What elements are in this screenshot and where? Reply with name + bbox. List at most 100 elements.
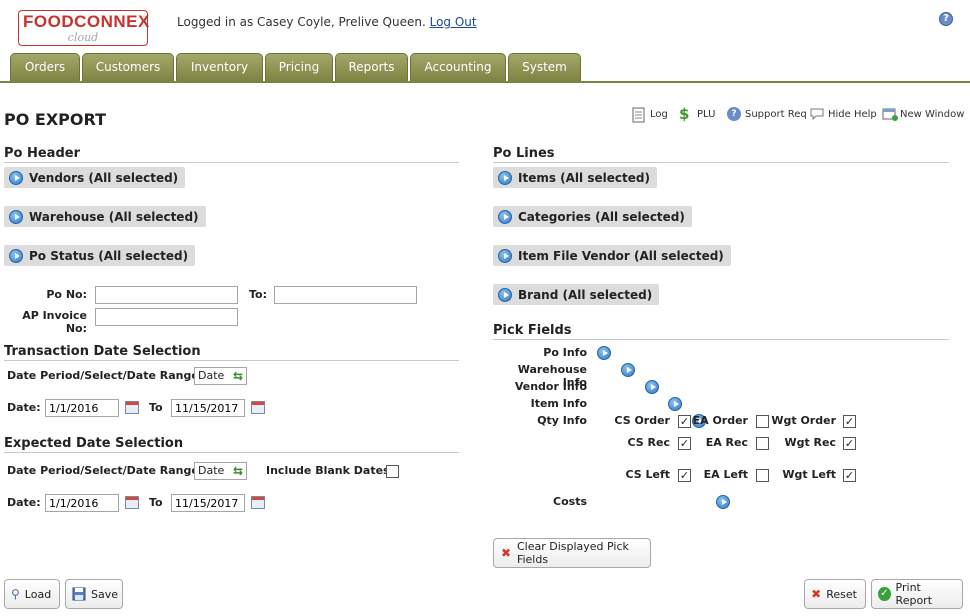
- expand-icon: [498, 248, 512, 263]
- ea-order-label: EA Order: [692, 414, 748, 427]
- expected-to-date[interactable]: [171, 494, 245, 512]
- wgt-left-label: Wgt Left: [782, 468, 836, 481]
- expand-icon: [9, 209, 23, 224]
- expected-period-select[interactable]: Date ⇆: [194, 462, 247, 480]
- transaction-period-label: Date Period/Select/Date Range: [7, 369, 199, 382]
- nav-tab-reports[interactable]: Reports: [335, 53, 408, 82]
- cs-left-label: CS Left: [625, 468, 670, 481]
- wgt-rec-checkbox[interactable]: ✓: [843, 437, 856, 450]
- calendar-icon[interactable]: [125, 401, 139, 414]
- include-blank-checkbox[interactable]: [386, 465, 399, 478]
- ea-rec-label: EA Rec: [705, 436, 748, 449]
- ap-invoice-label: AP Invoice No:: [22, 309, 87, 335]
- vendors-filter[interactable]: Vendors (All selected): [4, 167, 186, 188]
- load-label: Load: [24, 587, 52, 601]
- foodconnex-logo[interactable]: FOODCONNEX cloud: [18, 10, 149, 46]
- cs-rec-label: CS Rec: [627, 436, 670, 449]
- items-filter[interactable]: Items (All selected): [493, 167, 657, 188]
- expected-from-date[interactable]: [45, 494, 119, 512]
- po-no-label: Po No:: [46, 288, 87, 301]
- new-window-link[interactable]: New Window: [882, 107, 964, 121]
- vendor-info-label: Vendor Info: [514, 380, 587, 393]
- ea-rec-checkbox[interactable]: [756, 437, 769, 450]
- new-window-icon: [882, 107, 898, 121]
- swap-arrows-icon: ⇆: [232, 464, 243, 478]
- nav-tab-orders[interactable]: Orders: [10, 53, 80, 82]
- transaction-period-select[interactable]: Date ⇆: [194, 367, 247, 385]
- calendar-icon[interactable]: [125, 496, 139, 509]
- brand-filter[interactable]: Brand (All selected): [493, 284, 660, 305]
- print-report-label: Print Report: [895, 581, 933, 607]
- nav-tab-system[interactable]: System: [508, 53, 581, 82]
- hide-help-link[interactable]: Hide Help: [810, 107, 877, 121]
- transaction-to-date[interactable]: [171, 399, 245, 417]
- help-icon[interactable]: ?: [939, 12, 953, 26]
- red-x-icon: ✖: [811, 587, 822, 601]
- expected-date-label: Date:: [7, 496, 41, 509]
- magnifier-icon: ⚲: [11, 587, 20, 601]
- expand-icon: [498, 209, 512, 224]
- expected-to-label: To: [149, 496, 163, 509]
- load-button[interactable]: ⚲ Load: [4, 579, 60, 609]
- clear-pick-fields-button[interactable]: ✖ Clear Displayed Pick Fields: [493, 538, 651, 568]
- wgt-left-checkbox[interactable]: ✓: [843, 469, 856, 482]
- item-info-label: Item Info: [530, 397, 587, 410]
- log-label: Log: [650, 108, 668, 120]
- po-header-title: Po Header: [4, 146, 459, 163]
- logout-link[interactable]: Log Out: [430, 15, 477, 29]
- categories-filter-label: Categories (All selected): [518, 209, 685, 224]
- expand-icon: [9, 170, 23, 185]
- warehouse-info-expand-icon[interactable]: [620, 363, 635, 377]
- ea-left-checkbox[interactable]: [756, 469, 769, 482]
- nav-tab-pricing[interactable]: Pricing: [265, 53, 333, 82]
- ap-invoice-input[interactable]: [95, 308, 238, 326]
- po-lines-title: Po Lines: [493, 146, 949, 163]
- po-status-filter[interactable]: Po Status (All selected): [4, 245, 196, 266]
- nav-tab-customers[interactable]: Customers: [82, 53, 174, 82]
- wgt-order-checkbox[interactable]: ✓: [843, 415, 856, 428]
- print-report-button[interactable]: ✓ Print Report: [871, 579, 963, 609]
- item-info-expand-icon[interactable]: [668, 397, 683, 411]
- expand-icon: [498, 287, 512, 302]
- warehouse-filter-label: Warehouse (All selected): [29, 209, 199, 224]
- warehouse-filter[interactable]: Warehouse (All selected): [4, 206, 206, 227]
- expected-period-value: Date: [198, 464, 225, 477]
- plu-link[interactable]: $ PLU: [679, 107, 715, 122]
- item-file-vendor-filter[interactable]: Item File Vendor (All selected): [493, 245, 731, 266]
- po-info-label: Po Info: [543, 346, 587, 359]
- reset-button[interactable]: ✖ Reset: [804, 579, 866, 609]
- nav-tab-inventory[interactable]: Inventory: [176, 53, 263, 82]
- categories-filter[interactable]: Categories (All selected): [493, 206, 692, 227]
- transaction-to-label: To: [149, 401, 163, 414]
- cs-order-label: CS Order: [614, 414, 670, 427]
- po-to-input[interactable]: [274, 286, 417, 304]
- transaction-date-title: Transaction Date Selection: [4, 344, 459, 361]
- speech-bubble-icon: [810, 107, 824, 121]
- costs-expand-icon[interactable]: [716, 495, 731, 509]
- logged-in-text: Logged in as Casey Coyle, Prelive Queen.: [177, 15, 426, 29]
- ea-left-label: EA Left: [703, 468, 748, 481]
- costs-label: Costs: [553, 495, 587, 508]
- calendar-icon[interactable]: [251, 401, 265, 414]
- vendors-filter-label: Vendors (All selected): [29, 170, 179, 185]
- swap-arrows-icon: ⇆: [232, 369, 243, 383]
- po-no-input[interactable]: [95, 286, 238, 304]
- po-to-label: To:: [249, 288, 267, 301]
- wgt-rec-label: Wgt Rec: [784, 436, 836, 449]
- transaction-period-value: Date: [198, 369, 225, 382]
- calendar-icon[interactable]: [251, 496, 265, 509]
- log-link[interactable]: Log: [632, 107, 668, 123]
- support-req-link[interactable]: ? Support Req: [727, 107, 807, 121]
- transaction-from-date[interactable]: [45, 399, 119, 417]
- login-status: Logged in as Casey Coyle, Prelive Queen.…: [177, 15, 477, 29]
- expected-period-label: Date Period/Select/Date Range: [7, 464, 199, 477]
- ea-order-checkbox[interactable]: [756, 415, 769, 428]
- vendor-info-expand-icon[interactable]: [644, 380, 659, 394]
- expected-date-title: Expected Date Selection: [4, 436, 459, 453]
- po-info-expand-icon[interactable]: [597, 346, 611, 360]
- expand-icon: [498, 170, 512, 185]
- nav-tab-accounting[interactable]: Accounting: [410, 53, 506, 82]
- page-title: PO EXPORT: [4, 110, 107, 129]
- qty-info-label: Qty Info: [537, 414, 587, 427]
- save-button[interactable]: Save: [65, 579, 123, 609]
